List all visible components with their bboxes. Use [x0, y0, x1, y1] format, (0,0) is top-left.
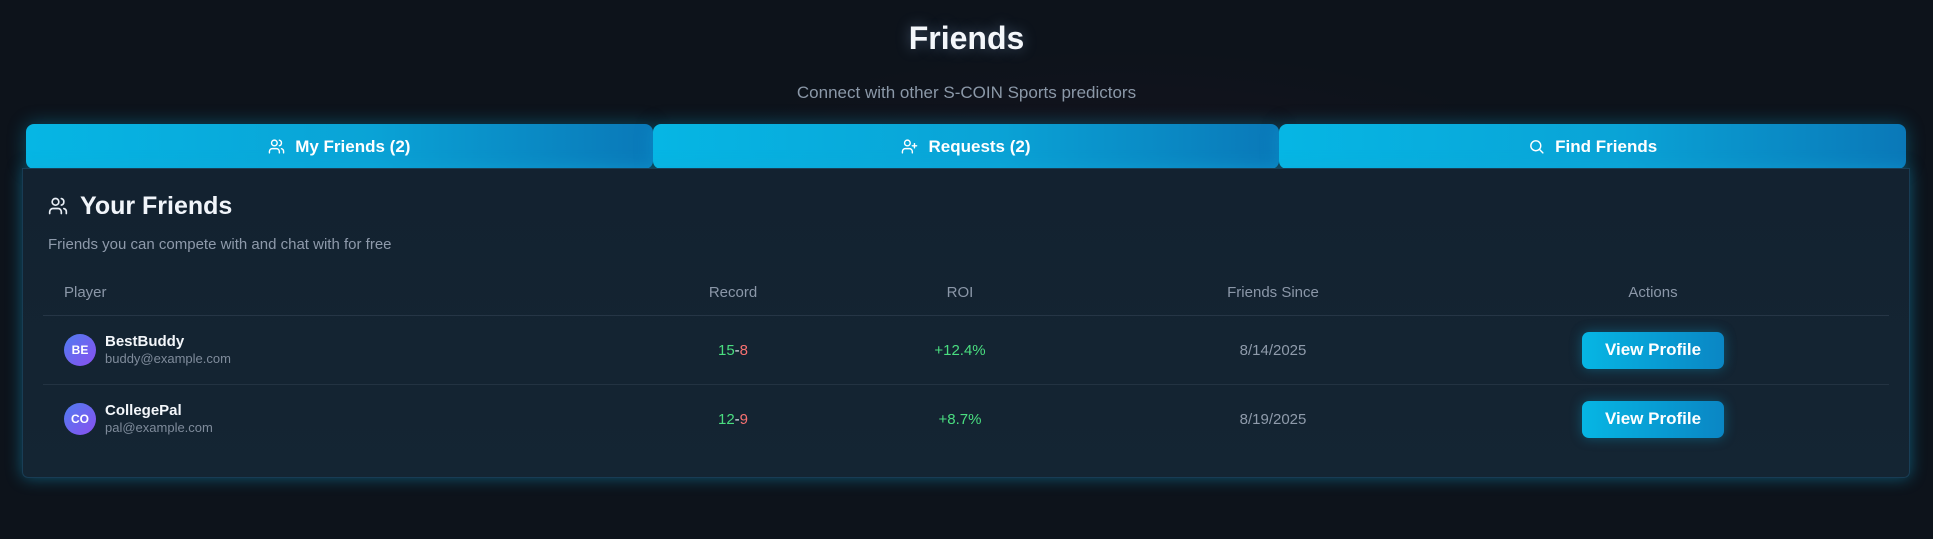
record-wins: 15 — [717, 341, 735, 359]
card-title: Your Friends — [48, 191, 392, 221]
tab-requests[interactable]: Requests (2) — [652, 124, 1280, 169]
roi-cell: +12.4% — [934, 341, 986, 359]
actions-cell: View Profile — [1563, 316, 1743, 384]
user-plus-icon — [902, 139, 918, 154]
tab-label: Find Friends — [1555, 136, 1658, 156]
tab-bar: My Friends (2) Requests (2) Find Friends — [26, 124, 1907, 169]
column-header-player: Player — [64, 283, 107, 301]
player-name: CollegePal — [105, 402, 182, 419]
roi-cell: +8.7% — [938, 410, 982, 428]
page-title: Friends — [908, 20, 1025, 56]
card-description: Friends you can compete with and chat wi… — [48, 236, 392, 253]
record-losses: 8 — [739, 341, 749, 359]
view-profile-button[interactable]: View Profile — [1582, 331, 1724, 369]
friends-table: Player Record ROI Friends Since Actions … — [43, 269, 1889, 453]
column-header-actions: Actions — [1628, 283, 1678, 301]
record-wins: 12 — [717, 410, 735, 428]
table-row: BE BestBuddy buddy@example.com 15-8 +12.… — [43, 315, 1889, 384]
friends-card: Your Friends Friends you can compete wit… — [22, 168, 1910, 478]
column-header-roi: ROI — [946, 283, 974, 301]
tab-my-friends[interactable]: My Friends (2) — [26, 124, 653, 169]
search-icon — [1530, 140, 1544, 154]
users-icon — [48, 197, 68, 215]
record-cell: 15-8 — [693, 316, 773, 384]
player-info: BestBuddy buddy@example.com — [105, 333, 231, 367]
view-profile-button[interactable]: View Profile — [1582, 400, 1724, 438]
column-header-friends-since: Friends Since — [1227, 283, 1319, 301]
tab-label: My Friends (2) — [295, 136, 411, 156]
player-email: buddy@example.com — [105, 351, 231, 366]
users-icon — [268, 139, 285, 154]
page-header: Friends Connect with other S-COIN Sports… — [0, 18, 1933, 103]
card-header: Your Friends Friends you can compete wit… — [48, 191, 392, 254]
table-row: CO CollegePal pal@example.com 12-9 +8.7%… — [43, 384, 1889, 453]
player-email: pal@example.com — [105, 420, 213, 435]
tab-label: Requests (2) — [928, 136, 1031, 156]
table-header-row: Player Record ROI Friends Since Actions — [43, 269, 1889, 315]
card-title-text: Your Friends — [80, 191, 233, 220]
record-losses: 9 — [739, 410, 749, 428]
friends-since-cell: 8/14/2025 — [1239, 341, 1307, 359]
friends-since-cell: 8/19/2025 — [1239, 410, 1307, 428]
player-info: CollegePal pal@example.com — [105, 402, 213, 436]
tab-find-friends[interactable]: Find Friends — [1279, 124, 1907, 169]
player-cell: BE BestBuddy buddy@example.com — [64, 316, 231, 384]
actions-cell: View Profile — [1563, 385, 1743, 453]
page-subtitle: Connect with other S-COIN Sports predict… — [796, 83, 1137, 102]
avatar: BE — [64, 334, 96, 366]
record-cell: 12-9 — [693, 385, 773, 453]
column-header-record: Record — [708, 283, 758, 301]
player-cell: CO CollegePal pal@example.com — [64, 385, 213, 453]
player-name: BestBuddy — [105, 333, 185, 350]
avatar: CO — [64, 403, 96, 435]
